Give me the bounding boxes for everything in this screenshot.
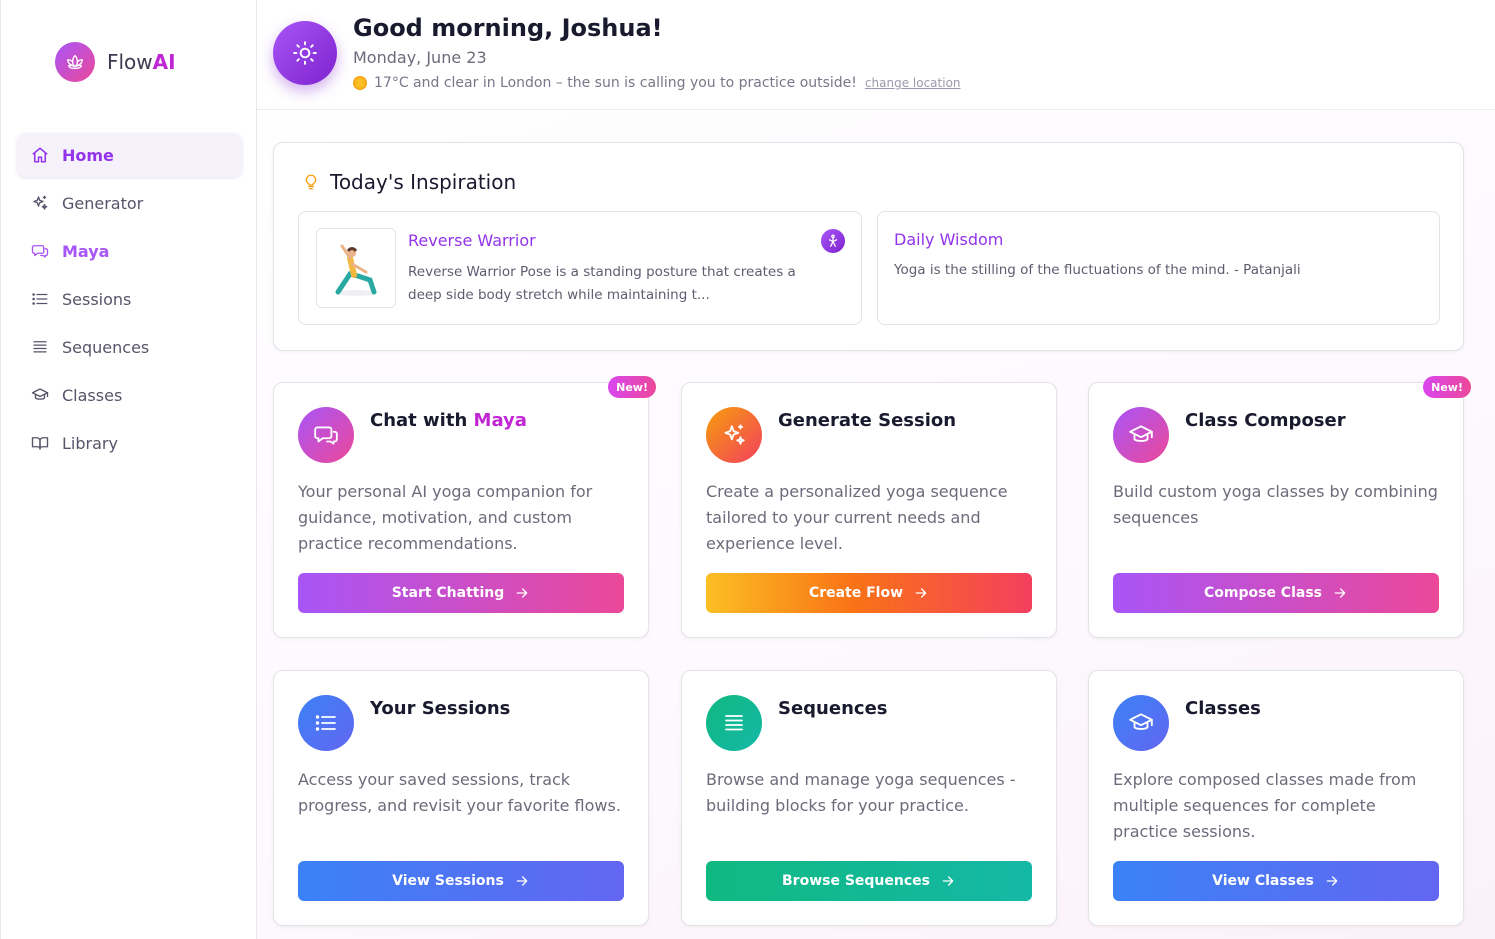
card-description: Access your saved sessions, track progre…	[298, 770, 621, 815]
card-title-prefix: Chat with	[370, 410, 474, 431]
weather-line: 17°C and clear in London – the sun is ca…	[353, 75, 961, 91]
card-description: Explore composed classes made from multi…	[1113, 770, 1417, 841]
button-label: Create Flow	[808, 585, 904, 601]
list-icon	[31, 290, 49, 308]
sidebar-item-label: Classes	[62, 385, 123, 405]
inspiration-title: Today's Inspiration	[330, 170, 517, 194]
view-sessions-button[interactable]: View Sessions	[298, 861, 624, 901]
yoga-pose-icon	[821, 229, 845, 253]
sidebar-item-sessions[interactable]: Sessions	[17, 277, 242, 321]
sidebar-item-label: Sequences	[62, 337, 150, 357]
card-title: Sequences	[778, 698, 888, 719]
list-icon	[298, 695, 354, 751]
button-label: View Classes	[1212, 873, 1314, 889]
sparkles-icon	[706, 407, 762, 463]
current-date: Monday, June 23	[353, 48, 487, 67]
chat-with-maya-card: New! Chat with Maya Your personal AI yog…	[273, 376, 656, 638]
sidebar-item-maya[interactable]: Maya	[17, 229, 242, 273]
graduation-cap-icon	[31, 386, 49, 404]
sidebar-item-label: Maya	[62, 241, 110, 261]
card-description: Build custom yoga classes by combining s…	[1113, 482, 1438, 527]
daily-wisdom-card: Daily Wisdom Yoga is the stilling of the…	[877, 211, 1440, 325]
classes-card: Classes Explore composed classes made fr…	[1088, 670, 1464, 926]
sequences-card: Sequences Browse and manage yoga sequenc…	[681, 670, 1057, 926]
start-chatting-button[interactable]: Start Chatting	[298, 573, 624, 613]
sidebar-item-label: Library	[62, 433, 118, 453]
view-classes-button[interactable]: View Classes	[1113, 861, 1439, 901]
app-logo[interactable]: FlowAI	[55, 42, 176, 82]
generate-session-card: Generate Session Create a personalized y…	[681, 382, 1057, 638]
sidebar-item-sequences[interactable]: Sequences	[17, 325, 242, 369]
book-icon	[31, 434, 49, 452]
sidebar-item-generator[interactable]: Generator	[17, 181, 242, 225]
wisdom-title: Daily Wisdom	[894, 230, 1004, 249]
pose-description: Reverse Warrior Pose is a standing postu…	[408, 264, 796, 303]
card-title: Class Composer	[1185, 410, 1346, 431]
sidebar-item-home[interactable]: Home	[17, 133, 242, 177]
browse-sequences-button[interactable]: Browse Sequences	[706, 861, 1032, 901]
pose-illustration	[316, 228, 396, 308]
arrow-right-icon	[913, 585, 929, 601]
button-label: Start Chatting	[391, 585, 505, 601]
card-description: Your personal AI yoga companion for guid…	[298, 482, 593, 553]
sparkles-icon	[31, 194, 49, 212]
class-composer-card: New! Class Composer Build custom yoga cl…	[1088, 376, 1471, 638]
wisdom-quote: Yoga is the stilling of the fluctuations…	[894, 262, 1301, 278]
sidebar-item-label: Sessions	[62, 289, 132, 309]
arrow-right-icon	[514, 585, 530, 601]
sidebar-item-library[interactable]: Library	[17, 421, 242, 465]
app-name-prefix: Flow	[107, 50, 153, 74]
button-label: Browse Sequences	[782, 873, 930, 889]
stack-icon	[31, 338, 49, 356]
sidebar-item-label: Home	[62, 145, 114, 165]
pose-name[interactable]: Reverse Warrior	[408, 231, 536, 250]
card-description: Create a personalized yoga sequence tail…	[706, 482, 1008, 553]
chat-icon	[298, 407, 354, 463]
inspiration-heading: Today's Inspiration	[302, 170, 516, 194]
pose-of-the-day-card[interactable]: Reverse Warrior Reverse Warrior Pose is …	[298, 211, 862, 325]
your-sessions-card: Your Sessions Access your saved sessions…	[273, 670, 649, 926]
new-badge: New!	[608, 376, 656, 398]
button-label: Compose Class	[1203, 585, 1322, 601]
weather-text: 17°C and clear in London – the sun is ca…	[374, 75, 857, 91]
page-header: Good morning, Joshua! Monday, June 23 17…	[257, 0, 1495, 110]
home-icon	[31, 146, 49, 164]
greeting-title: Good morning, Joshua!	[353, 14, 663, 42]
sun-icon	[273, 21, 337, 85]
change-location-link[interactable]: change location	[865, 76, 961, 90]
compose-class-button[interactable]: Compose Class	[1113, 573, 1439, 613]
card-title: Your Sessions	[370, 698, 511, 719]
graduation-cap-icon	[1113, 695, 1169, 751]
app-name: FlowAI	[107, 50, 176, 74]
card-title: Generate Session	[778, 410, 957, 431]
app-name-suffix: AI	[152, 50, 176, 74]
arrow-right-icon	[514, 873, 530, 889]
card-description: Browse and manage yoga sequences - build…	[706, 770, 1016, 815]
card-title: Chat with Maya	[370, 410, 527, 431]
new-badge: New!	[1423, 376, 1471, 398]
chat-icon	[31, 242, 49, 260]
create-flow-button[interactable]: Create Flow	[706, 573, 1032, 613]
sidebar-item-classes[interactable]: Classes	[17, 373, 242, 417]
card-title: Classes	[1185, 698, 1261, 719]
main-content: Good morning, Joshua! Monday, June 23 17…	[257, 0, 1495, 939]
button-label: View Sessions	[392, 873, 504, 889]
weather-sun-icon	[353, 76, 367, 90]
lightbulb-icon	[302, 172, 320, 192]
arrow-right-icon	[940, 873, 956, 889]
graduation-cap-icon	[1113, 407, 1169, 463]
lotus-icon	[55, 42, 95, 82]
arrow-right-icon	[1324, 873, 1340, 889]
arrow-right-icon	[1332, 585, 1348, 601]
sidebar-nav: Home Generator Maya Sessions Sequences C…	[17, 133, 242, 469]
inspiration-panel: Today's Inspiration Reverse Warrior Reve…	[273, 142, 1464, 351]
sidebar: FlowAI Home Generator Maya Sessions Sequ…	[0, 0, 257, 939]
stack-icon	[706, 695, 762, 751]
sidebar-item-label: Generator	[62, 193, 144, 213]
card-title-accent: Maya	[473, 410, 527, 431]
